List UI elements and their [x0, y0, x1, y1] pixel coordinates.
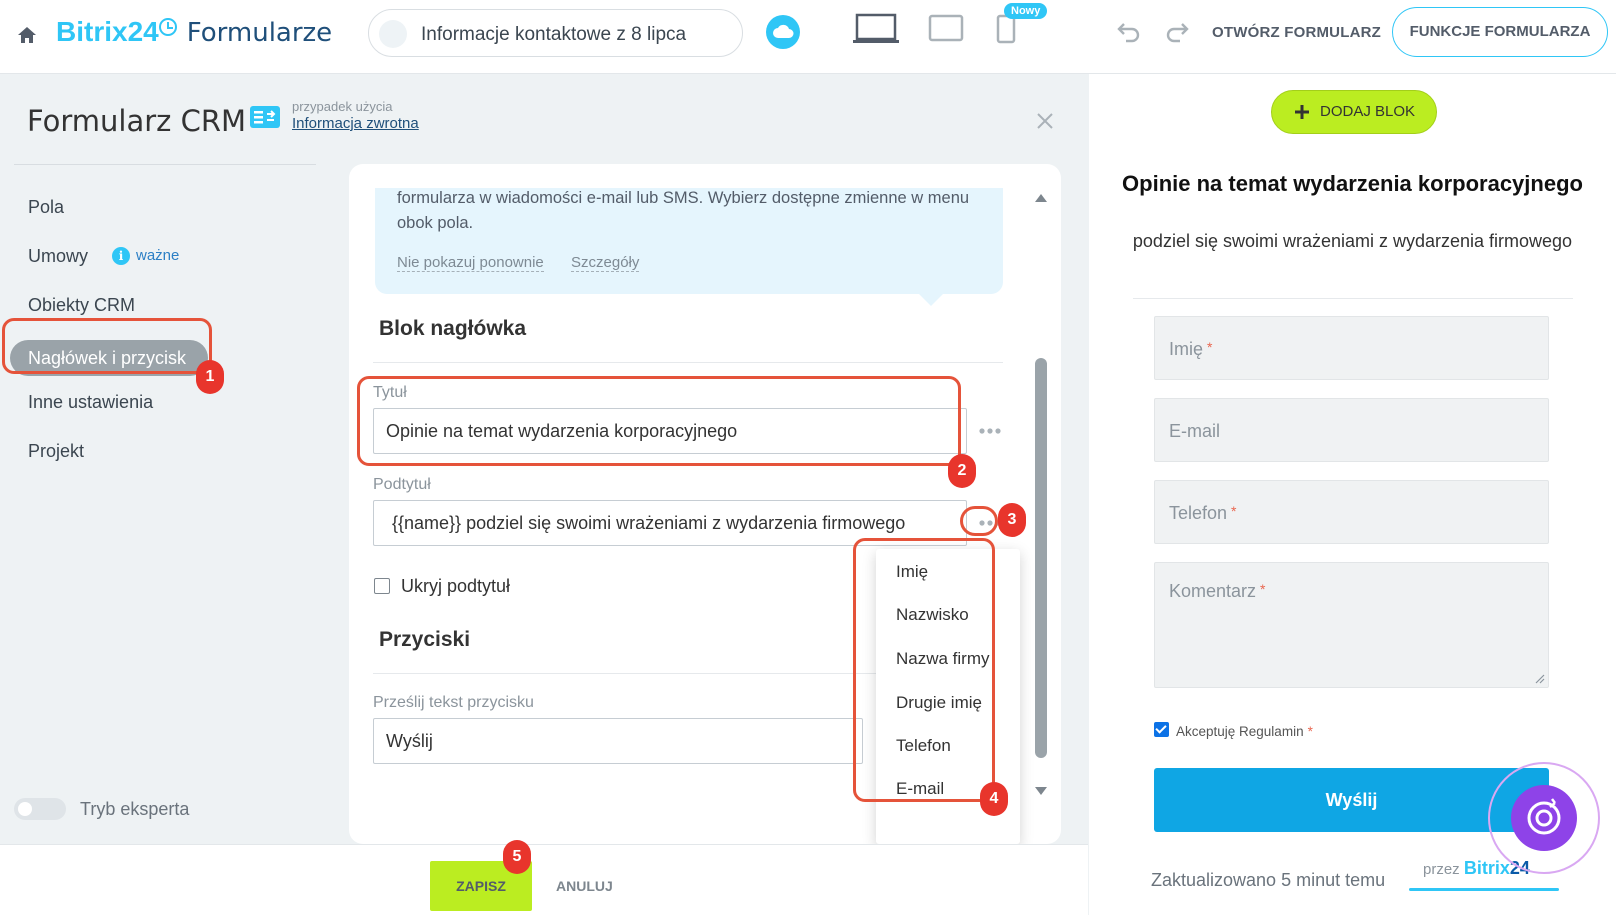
preview-first-name-field[interactable]: Imię * [1154, 316, 1549, 380]
add-block-label: DODAJ BLOK [1320, 103, 1416, 120]
preview-title: Opinie na temat wydarzenia korporacyjneg… [1122, 171, 1583, 196]
new-badge: Nowy [1004, 3, 1048, 19]
hint-text: formularza w wiadomości e-mail lub SMS. … [397, 189, 970, 232]
use-case-link[interactable]: Informacja zwrotna [292, 115, 419, 132]
open-form-link[interactable]: OTWÓRZ FORMULARZ [1212, 24, 1381, 41]
preview-email-field[interactable]: E-mail [1154, 398, 1549, 462]
accept-terms-checkbox[interactable] [1154, 722, 1169, 737]
desktop-view-icon[interactable] [852, 13, 900, 45]
submit-text-input[interactable]: Wyślij [373, 718, 863, 764]
redo-icon[interactable] [1164, 20, 1190, 44]
important-label: ważne [136, 247, 180, 264]
undo-icon[interactable] [1116, 20, 1142, 44]
updated-status: Zaktualizowano 5 minut temu [1151, 870, 1386, 890]
callout-box-4 [853, 538, 995, 802]
sidebar-item-agreements[interactable]: Umowy [28, 246, 88, 267]
sidebar-item-design[interactable]: Projekt [28, 441, 84, 462]
app-logo: Bitrix24 Formularze [56, 16, 332, 48]
preview-comment-field[interactable]: Komentarz * [1154, 562, 1549, 688]
callout-number-4: 4 [980, 782, 1008, 816]
cancel-button[interactable]: ANULUJ [556, 878, 613, 894]
close-icon[interactable] [1036, 112, 1054, 130]
header-block-title: Blok nagłówka [379, 317, 527, 340]
submit-text-label: Prześlij tekst przycisku [373, 694, 534, 711]
scroll-down-arrow[interactable] [1035, 787, 1047, 795]
copilot-icon [1511, 785, 1577, 851]
field-label: E-mail [1169, 421, 1221, 441]
callout-box-2 [357, 376, 961, 466]
callout-box-3 [960, 506, 998, 536]
top-bar: Bitrix24 Formularze Informacje kontaktowe… [0, 0, 1616, 74]
required-mark: * [1231, 503, 1237, 519]
home-icon[interactable] [16, 24, 38, 46]
plus-icon [1295, 105, 1309, 119]
cloud-icon [773, 24, 794, 38]
hint-pointer [917, 292, 945, 306]
form-features-button[interactable]: FUNKCJE FORMULARZA [1392, 7, 1608, 57]
scroll-up-arrow[interactable] [1035, 194, 1047, 202]
section-divider [373, 362, 1003, 363]
buttons-block-title: Przyciski [379, 628, 471, 651]
dont-show-again-link[interactable]: Nie pokazuj ponownie [397, 254, 544, 272]
info-icon: i [112, 247, 130, 265]
sidebar-item-other-settings[interactable]: Inne ustawienia [28, 392, 153, 413]
use-case-label: przypadek użycia [292, 99, 393, 114]
bottom-action-bar: ZAPISZ ANULUJ [0, 844, 1088, 915]
copilot-button[interactable] [1488, 762, 1600, 874]
expert-mode-toggle[interactable] [14, 798, 66, 820]
cloud-save-button[interactable] [766, 15, 800, 49]
form-name-text: Informacje kontaktowe z 8 lipca [421, 24, 687, 45]
required-mark: * [1260, 581, 1266, 597]
tablet-view-icon[interactable] [928, 14, 964, 42]
hide-subtitle-checkbox[interactable] [374, 578, 390, 594]
expert-mode-label: Tryb eksperta [80, 799, 190, 819]
scrollbar-thumb[interactable] [1035, 358, 1047, 758]
clock-icon [158, 18, 177, 36]
sidebar-item-crm-objects[interactable]: Obiekty CRM [28, 295, 135, 316]
form-name-field[interactable]: Informacje kontaktowe z 8 lipca [368, 9, 743, 57]
preview-subtitle: podziel się swoimi wrażeniami z wydarzen… [1132, 231, 1573, 251]
powered-by-underline [1409, 888, 1559, 891]
callout-number-5: 5 [503, 840, 531, 874]
resize-handle-icon[interactable] [1535, 674, 1545, 684]
use-case-icon [250, 106, 280, 128]
sidebar-divider [14, 164, 316, 165]
brand-product: Formularze [186, 18, 333, 48]
details-link[interactable]: Szczegóły [571, 254, 640, 272]
callout-number-2: 2 [948, 454, 976, 488]
field-label: Telefon [1169, 503, 1228, 523]
more-dots-icon[interactable] [977, 426, 1003, 436]
field-label: Imię [1169, 339, 1204, 359]
callout-number-3: 3 [998, 503, 1026, 537]
hint-box: formularza w wiadomości e-mail lub SMS. … [375, 188, 1003, 294]
required-mark: * [1207, 339, 1213, 355]
field-label: Komentarz [1169, 581, 1257, 601]
preview-divider [1133, 298, 1573, 299]
form-thumbnail-icon [379, 20, 407, 48]
subtitle-label: Podtytuł [373, 476, 431, 493]
hide-subtitle-label: Ukryj podtytuł [401, 576, 511, 596]
add-block-button[interactable]: DODAJ BLOK [1271, 90, 1437, 134]
accept-terms-label: Akceptuję Regulamin * [1176, 724, 1313, 739]
page-title: Formularz CRM [27, 104, 247, 138]
brand-b24: Bitrix24 [56, 16, 159, 47]
callout-number-1: 1 [196, 360, 224, 394]
preview-phone-field[interactable]: Telefon * [1154, 480, 1549, 544]
sidebar-item-fields[interactable]: Pola [28, 197, 64, 218]
callout-box-1 [2, 318, 212, 374]
